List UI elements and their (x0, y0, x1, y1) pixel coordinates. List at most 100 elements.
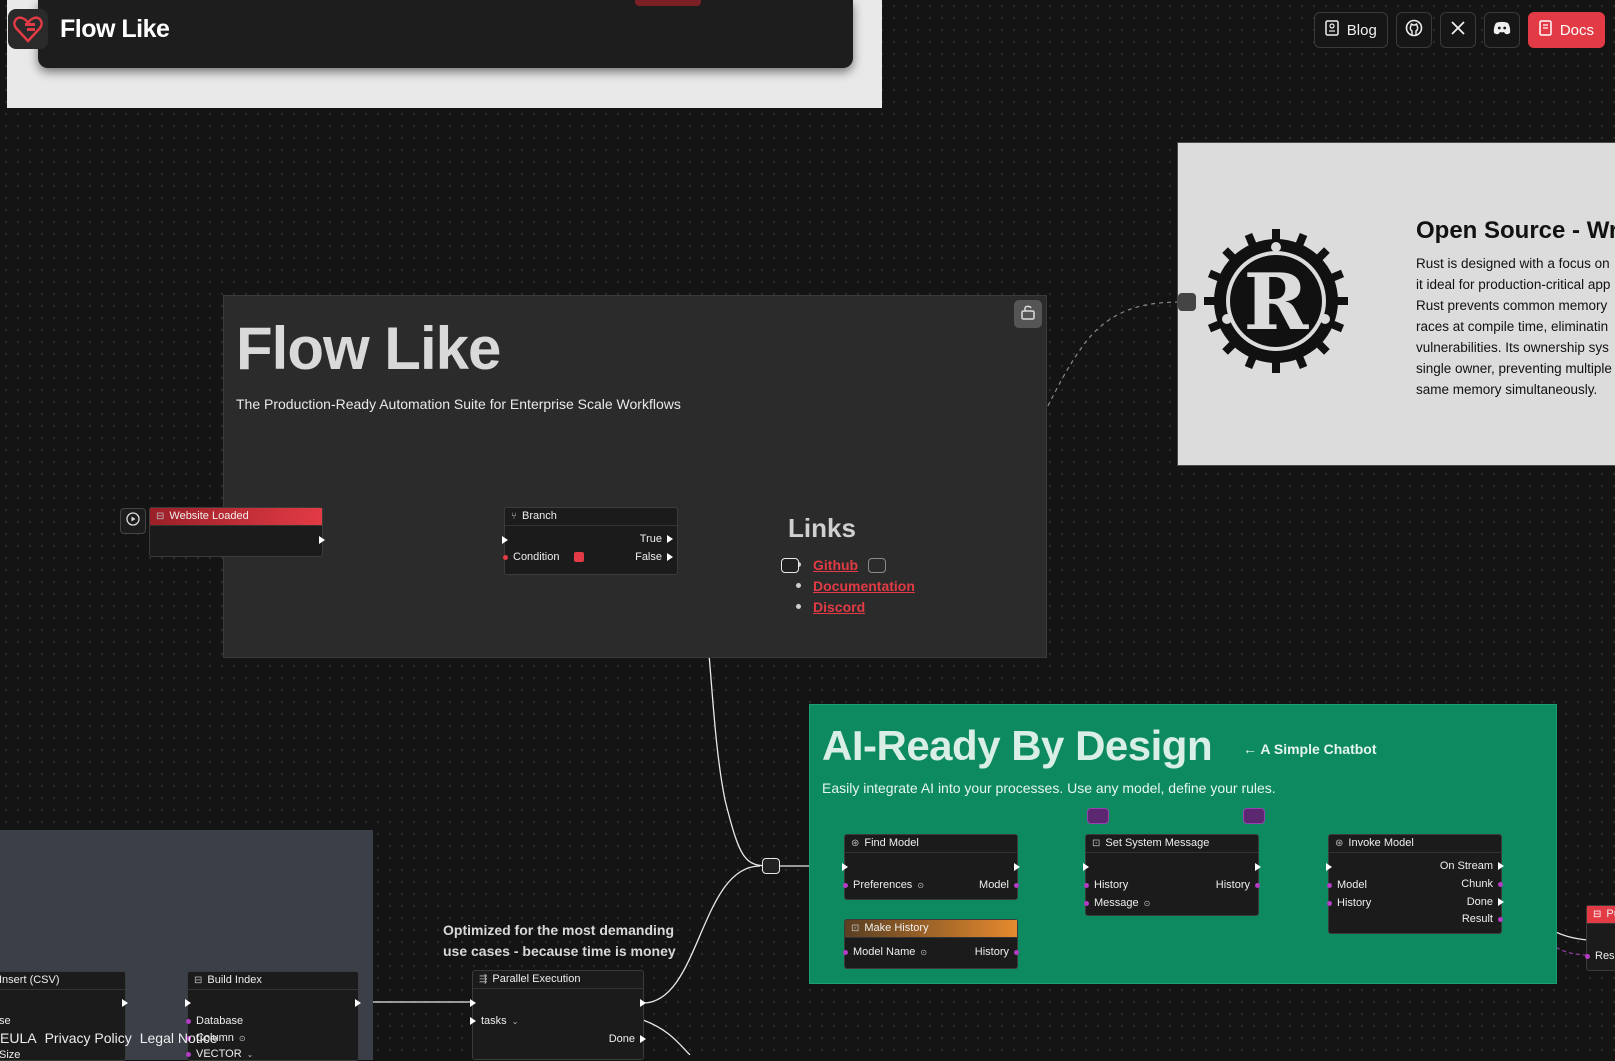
output-pin[interactable] (1255, 882, 1260, 888)
pin-label: History (974, 946, 1009, 958)
pin-label: Model Name (853, 946, 916, 958)
documentation-link[interactable]: Documentation (813, 578, 915, 594)
github-button[interactable] (1395, 12, 1432, 48)
event-icon: ⊟ (156, 511, 165, 522)
simple-chatbot-link[interactable]: ← A Simple Chatbot (1243, 741, 1377, 757)
exec-out-pin[interactable] (1255, 863, 1261, 871)
discord-icon (1493, 21, 1511, 39)
input-pin[interactable] (1084, 882, 1089, 888)
result-output: Result (1462, 913, 1503, 925)
x-icon (1450, 20, 1466, 40)
legal-notice-link[interactable]: Legal Notice (140, 1030, 218, 1046)
output-pin[interactable] (1014, 882, 1019, 888)
find-model-node[interactable]: ⊛ Find Model Preferences ⊙ Model (842, 834, 1020, 900)
input-pin[interactable] (1585, 953, 1590, 959)
input-pin[interactable] (1084, 900, 1089, 906)
chevron-down-icon[interactable]: ⌄ (512, 1017, 519, 1026)
list-item: Discord (796, 596, 915, 617)
output-pin[interactable] (1498, 881, 1503, 887)
github-link[interactable]: Github (813, 557, 858, 573)
info-icon: ⊙ (917, 880, 925, 890)
rust-card-connector[interactable] (1178, 293, 1196, 311)
true-output: True (640, 533, 673, 545)
insert-csv-node[interactable]: Insert (CSV) se Size (0, 971, 128, 1061)
exec-in-pin[interactable] (470, 1017, 476, 1025)
exec-out-pin[interactable] (667, 535, 673, 543)
unlock-button[interactable] (1014, 300, 1042, 328)
brand[interactable]: Flow Like (8, 9, 170, 49)
branch-icon: ⑂ (511, 511, 517, 522)
input-pin[interactable] (186, 1018, 191, 1024)
message-icon: ⊡ (1092, 838, 1101, 849)
input-pin[interactable] (1327, 900, 1332, 906)
node-title: Invoke Model (1348, 837, 1414, 849)
node-title: Website Loaded (169, 510, 249, 522)
exec-in-pin[interactable] (1083, 863, 1089, 871)
eula-link[interactable]: EULA (0, 1030, 37, 1046)
hero-title: Flow Like (236, 315, 501, 382)
size-label: Size (0, 1049, 20, 1061)
push-response-node[interactable]: ⊟ Pu Resp (1585, 905, 1615, 971)
input-pin[interactable] (843, 949, 848, 955)
false-output: False (635, 551, 673, 563)
exec-in-pin[interactable] (185, 999, 191, 1007)
make-history-node[interactable]: ⊡ Make History Model Name ⊙ History (843, 919, 1019, 969)
tasks-input: tasks ⌄ (470, 1015, 518, 1027)
condition-checkbox[interactable] (574, 552, 585, 562)
exec-in-pin[interactable] (1326, 863, 1332, 871)
input-pin[interactable] (503, 554, 508, 560)
output-pin[interactable] (1014, 949, 1019, 955)
exec-out-pin[interactable] (640, 999, 646, 1007)
invoke-model-node[interactable]: ⊛ Invoke Model On Stream Chunk Done Resu… (1326, 834, 1504, 934)
exec-in-pin[interactable] (502, 536, 508, 544)
pin-label: History (1094, 879, 1129, 891)
input-pin[interactable] (843, 882, 848, 888)
branch-node[interactable]: ⑂ Branch True False Condition (502, 507, 678, 575)
exec-in-pin[interactable] (842, 863, 848, 871)
list-item: Documentation (796, 575, 915, 596)
exec-in-pin[interactable] (470, 999, 476, 1007)
blog-label: Blog (1346, 21, 1377, 39)
ai-subtitle: Easily integrate AI into your processes.… (822, 780, 1276, 796)
website-loaded-node[interactable]: ⊟ Website Loaded (149, 507, 325, 557)
reroute-node[interactable] (1087, 808, 1109, 824)
exec-out-pin[interactable] (640, 1035, 646, 1043)
reroute-node[interactable] (781, 558, 799, 573)
docs-button[interactable]: Docs (1527, 12, 1605, 48)
pin-label: Resp (1595, 950, 1615, 962)
node-title: Parallel Execution (492, 973, 581, 985)
pin-label: Chunk (1461, 878, 1493, 890)
set-system-message-node[interactable]: ⊡ Set System Message History History Mes… (1083, 834, 1261, 916)
x-button[interactable] (1439, 12, 1476, 48)
exec-out-pin[interactable] (355, 999, 361, 1007)
chevron-down-icon[interactable]: ⌄ (247, 1050, 254, 1059)
input-pin[interactable] (1327, 882, 1332, 888)
privacy-policy-link[interactable]: Privacy Policy (45, 1030, 132, 1046)
parallel-execution-node[interactable]: ⇶ Parallel Execution tasks ⌄ Done (470, 970, 646, 1060)
history-icon: ⊡ (851, 923, 860, 934)
exec-out-pin[interactable] (1498, 862, 1504, 870)
caption-line: use cases - because time is money (443, 943, 676, 959)
history-output: History (975, 946, 1019, 958)
exec-out-pin[interactable] (1014, 863, 1020, 871)
bullet (796, 583, 801, 588)
discord-button[interactable] (1483, 12, 1520, 48)
exec-out-pin[interactable] (319, 536, 325, 544)
input-pin[interactable] (186, 1051, 191, 1057)
exec-out-pin[interactable] (122, 999, 128, 1007)
reroute-node[interactable] (762, 858, 780, 874)
build-index-node[interactable]: ⊟ Build Index Database Column ⊙ VECTOR ⌄ (185, 971, 361, 1061)
discord-link[interactable]: Discord (813, 599, 865, 615)
preferences-input: Preferences ⊙ (843, 879, 924, 891)
optimized-caption: Optimized for the most demanding use cas… (443, 920, 676, 962)
blog-button[interactable]: Blog (1313, 12, 1388, 48)
output-pin[interactable] (1498, 916, 1503, 922)
run-event-button[interactable] (120, 508, 146, 534)
exec-out-pin[interactable] (667, 553, 673, 561)
reroute-node[interactable] (1243, 808, 1265, 824)
database-input: Database (186, 1015, 243, 1027)
ai-title: AI-Ready By Design (822, 722, 1213, 769)
site-header: Flow Like Blog Docs (0, 0, 1615, 60)
exec-out-pin[interactable] (1498, 898, 1504, 906)
reroute-node[interactable] (868, 558, 886, 573)
